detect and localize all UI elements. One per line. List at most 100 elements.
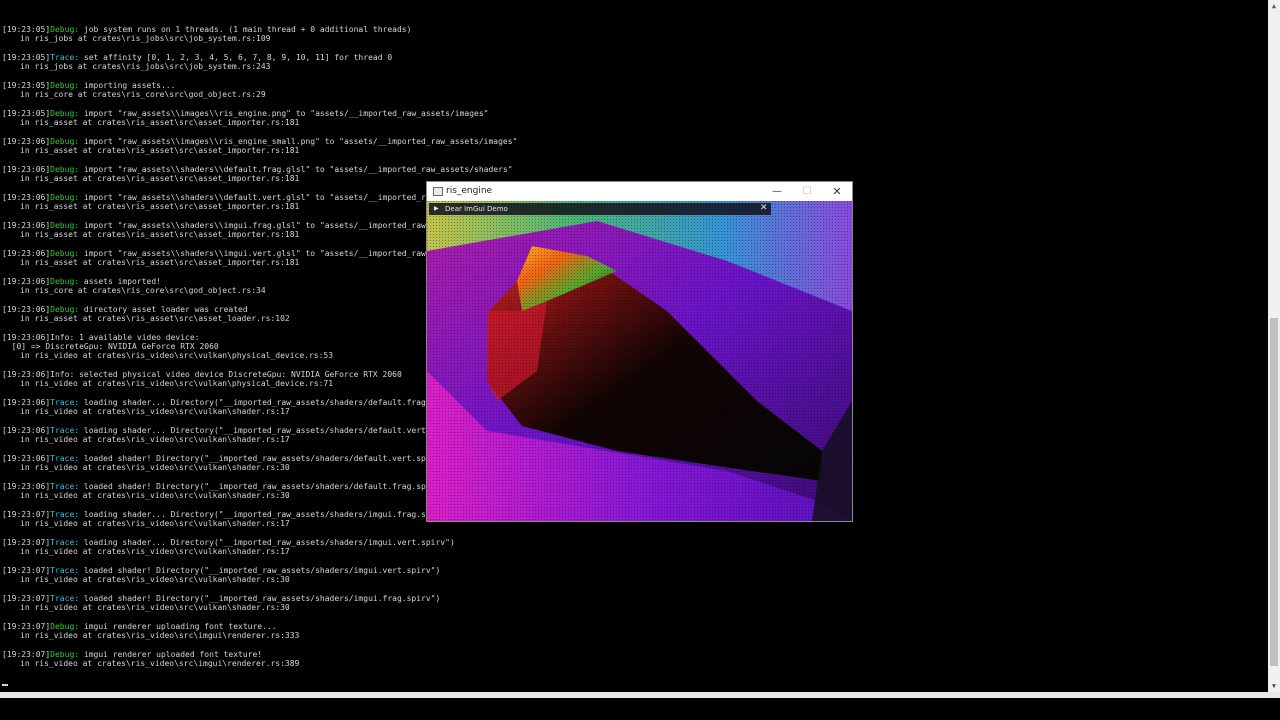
log-timestamp: [19:23:07] bbox=[2, 510, 51, 519]
log-timestamp: [19:23:06] bbox=[2, 426, 51, 435]
log-level: Info: bbox=[50, 333, 75, 342]
maximize-button[interactable]: ☐ bbox=[792, 182, 822, 201]
log-timestamp: [19:23:06] bbox=[2, 137, 51, 146]
log-message: loading shader... Directory("__imported_… bbox=[79, 398, 465, 407]
window-title: ris_engine bbox=[446, 186, 493, 196]
log-entry: [19:23:07]Debug: imgui renderer uploadin… bbox=[2, 622, 299, 640]
close-button[interactable]: ✕ bbox=[822, 182, 852, 201]
log-location: in ris_video at crates\ris_video\src\vul… bbox=[20, 603, 290, 612]
log-level: Debug: bbox=[50, 305, 80, 314]
log-level: Trace: bbox=[50, 398, 80, 407]
log-message: job system runs on 1 threads. (1 main th… bbox=[79, 25, 412, 34]
log-timestamp: [19:23:06] bbox=[2, 370, 51, 379]
log-timestamp: [19:23:06] bbox=[2, 165, 51, 174]
ris-engine-window[interactable]: ris_engine — ☐ ✕ ▶ Dear ImGui Demo ✕ bbox=[426, 181, 853, 522]
console-scrollbar[interactable]: ▲ ▼ bbox=[1268, 0, 1280, 692]
log-entry: [19:23:06]Trace: loaded shader! Director… bbox=[2, 454, 450, 472]
log-entry: [19:23:06]Info: selected physical video … bbox=[2, 370, 402, 388]
log-location: in ris_video at crates\ris_video\src\vul… bbox=[20, 407, 290, 416]
log-line: [19:23:05]Debug: import "raw_assets\\ima… bbox=[2, 109, 488, 118]
render-viewport[interactable]: ▶ Dear ImGui Demo ✕ bbox=[427, 201, 852, 521]
log-entry: [19:23:07]Debug: imgui renderer uploaded… bbox=[2, 650, 299, 668]
horizontal-scrollbar[interactable] bbox=[0, 692, 1280, 698]
log-level: Trace: bbox=[50, 454, 80, 463]
log-level: Debug: bbox=[50, 221, 80, 230]
log-entry: [19:23:05]Debug: importing assets... in r… bbox=[2, 81, 266, 99]
log-line: [19:23:07]Trace: loading shader... Direc… bbox=[2, 510, 455, 519]
log-line: [19:23:06]Info: 1 available video device… bbox=[2, 333, 333, 351]
log-timestamp: [19:23:05] bbox=[2, 81, 51, 90]
log-message: loading shader... Directory("__imported_… bbox=[79, 510, 455, 519]
log-timestamp: [19:23:06] bbox=[2, 482, 51, 491]
log-entry: [19:23:07]Trace: loaded shader! Director… bbox=[2, 566, 440, 584]
log-entry: [19:23:05]Debug: job system runs on 1 th… bbox=[2, 25, 411, 43]
log-level: Trace: bbox=[50, 53, 80, 62]
log-location: in ris_asset at crates\ris_asset\src\ass… bbox=[20, 118, 300, 127]
imgui-close-icon[interactable]: ✕ bbox=[760, 203, 768, 213]
log-location: in ris_video at crates\ris_video\src\vul… bbox=[20, 547, 290, 556]
scroll-down-arrow-icon[interactable]: ▼ bbox=[1268, 680, 1280, 692]
log-entry: [19:23:06]Debug: directory asset loader … bbox=[2, 305, 290, 323]
log-location: in ris_video at crates\ris_video\src\vul… bbox=[20, 491, 290, 500]
log-level: Trace: bbox=[50, 538, 80, 547]
log-level: Debug: bbox=[50, 109, 80, 118]
log-line: [19:23:06]Trace: loaded shader! Director… bbox=[2, 482, 450, 491]
log-location: in ris_asset at crates\ris_asset\src\ass… bbox=[20, 146, 300, 155]
window-titlebar[interactable]: ris_engine — ☐ ✕ bbox=[427, 182, 852, 201]
log-line: [19:23:06]Debug: import "raw_assets\\ima… bbox=[2, 137, 517, 146]
log-timestamp: [19:23:05] bbox=[2, 109, 51, 118]
log-timestamp: [19:23:07] bbox=[2, 566, 51, 575]
scrollbar-thumb[interactable] bbox=[1270, 318, 1278, 666]
log-entry: [19:23:06]Debug: assets imported! in ris_… bbox=[2, 277, 266, 295]
log-timestamp: [19:23:06] bbox=[2, 193, 51, 202]
log-location: in ris_jobs at crates\ris_jobs\src\job_s… bbox=[20, 34, 271, 43]
log-location: in ris_video at crates\ris_video\src\vul… bbox=[20, 575, 290, 584]
log-message: directory asset loader was created bbox=[79, 305, 248, 314]
log-message: import "raw_assets\\images\\ris_engine.p… bbox=[79, 109, 489, 118]
log-location: in ris_jobs at crates\ris_jobs\src\job_s… bbox=[20, 62, 271, 71]
log-entry: [19:23:06]Trace: loaded shader! Director… bbox=[2, 482, 450, 500]
log-level: Debug: bbox=[50, 277, 80, 286]
collapse-arrow-icon[interactable]: ▶ bbox=[434, 205, 439, 212]
log-timestamp: [19:23:05] bbox=[2, 25, 51, 34]
log-timestamp: [19:23:06] bbox=[2, 277, 51, 286]
log-entry: [19:23:06]Debug: import "raw_assets\\ima… bbox=[2, 137, 517, 155]
log-message: loaded shader! Directory("__imported_raw… bbox=[79, 482, 450, 491]
log-location: in ris_video at crates\ris_video\src\img… bbox=[20, 631, 300, 640]
log-message: imgui renderer uploaded font texture! bbox=[79, 650, 263, 659]
log-entry: [19:23:05]Debug: import "raw_assets\\ima… bbox=[2, 109, 488, 127]
log-message: selected physical video device DiscreteG… bbox=[74, 370, 402, 379]
log-line: [19:23:05]Debug: importing assets... bbox=[2, 81, 266, 90]
log-message: imgui renderer uploading font texture... bbox=[79, 622, 277, 631]
log-level: Debug: bbox=[50, 165, 80, 174]
log-timestamp: [19:23:06] bbox=[2, 454, 51, 463]
imgui-demo-window-header[interactable]: ▶ Dear ImGui Demo ✕ bbox=[429, 203, 771, 215]
log-location: in ris_core at crates\ris_core\src\god_o… bbox=[20, 286, 266, 295]
log-timestamp: [19:23:06] bbox=[2, 333, 51, 342]
log-level: Debug: bbox=[50, 137, 80, 146]
log-timestamp: [19:23:06] bbox=[2, 249, 51, 258]
log-location: in ris_video at crates\ris_video\src\vul… bbox=[20, 351, 334, 360]
log-line: [19:23:07]Debug: imgui renderer uploaded… bbox=[2, 650, 299, 659]
scroll-up-arrow-icon[interactable]: ▲ bbox=[1268, 0, 1280, 12]
log-entry: [19:23:07]Trace: loading shader... Direc… bbox=[2, 538, 455, 556]
log-line: [19:23:06]Trace: loading shader... Direc… bbox=[2, 398, 464, 407]
log-level: Debug: bbox=[50, 650, 80, 659]
log-message: set affinity [0, 1, 2, 3, 4, 5, 6, 7, 8,… bbox=[79, 53, 393, 62]
log-line: [19:23:06]Info: selected physical video … bbox=[2, 370, 402, 379]
log-timestamp: [19:23:06] bbox=[2, 305, 51, 314]
log-level: Trace: bbox=[50, 510, 80, 519]
log-line: [19:23:07]Trace: loading shader... Direc… bbox=[2, 538, 455, 547]
log-level: Debug: bbox=[50, 249, 80, 258]
log-location: in ris_video at crates\ris_video\src\vul… bbox=[20, 519, 290, 528]
log-location: in ris_video at crates\ris_video\src\vul… bbox=[20, 379, 334, 388]
log-message: loaded shader! Directory("__imported_raw… bbox=[79, 454, 450, 463]
app-window-icon bbox=[433, 187, 443, 196]
log-location: in ris_video at crates\ris_video\src\img… bbox=[20, 659, 300, 668]
log-location: in ris_asset at crates\ris_asset\src\ass… bbox=[20, 314, 290, 323]
log-line: [19:23:05]Trace: set affinity [0, 1, 2, … bbox=[2, 53, 392, 62]
log-level: Debug: bbox=[50, 81, 80, 90]
log-level: Debug: bbox=[50, 622, 80, 631]
log-entry: [19:23:07]Trace: loading shader... Direc… bbox=[2, 510, 455, 528]
minimize-button[interactable]: — bbox=[762, 182, 792, 201]
